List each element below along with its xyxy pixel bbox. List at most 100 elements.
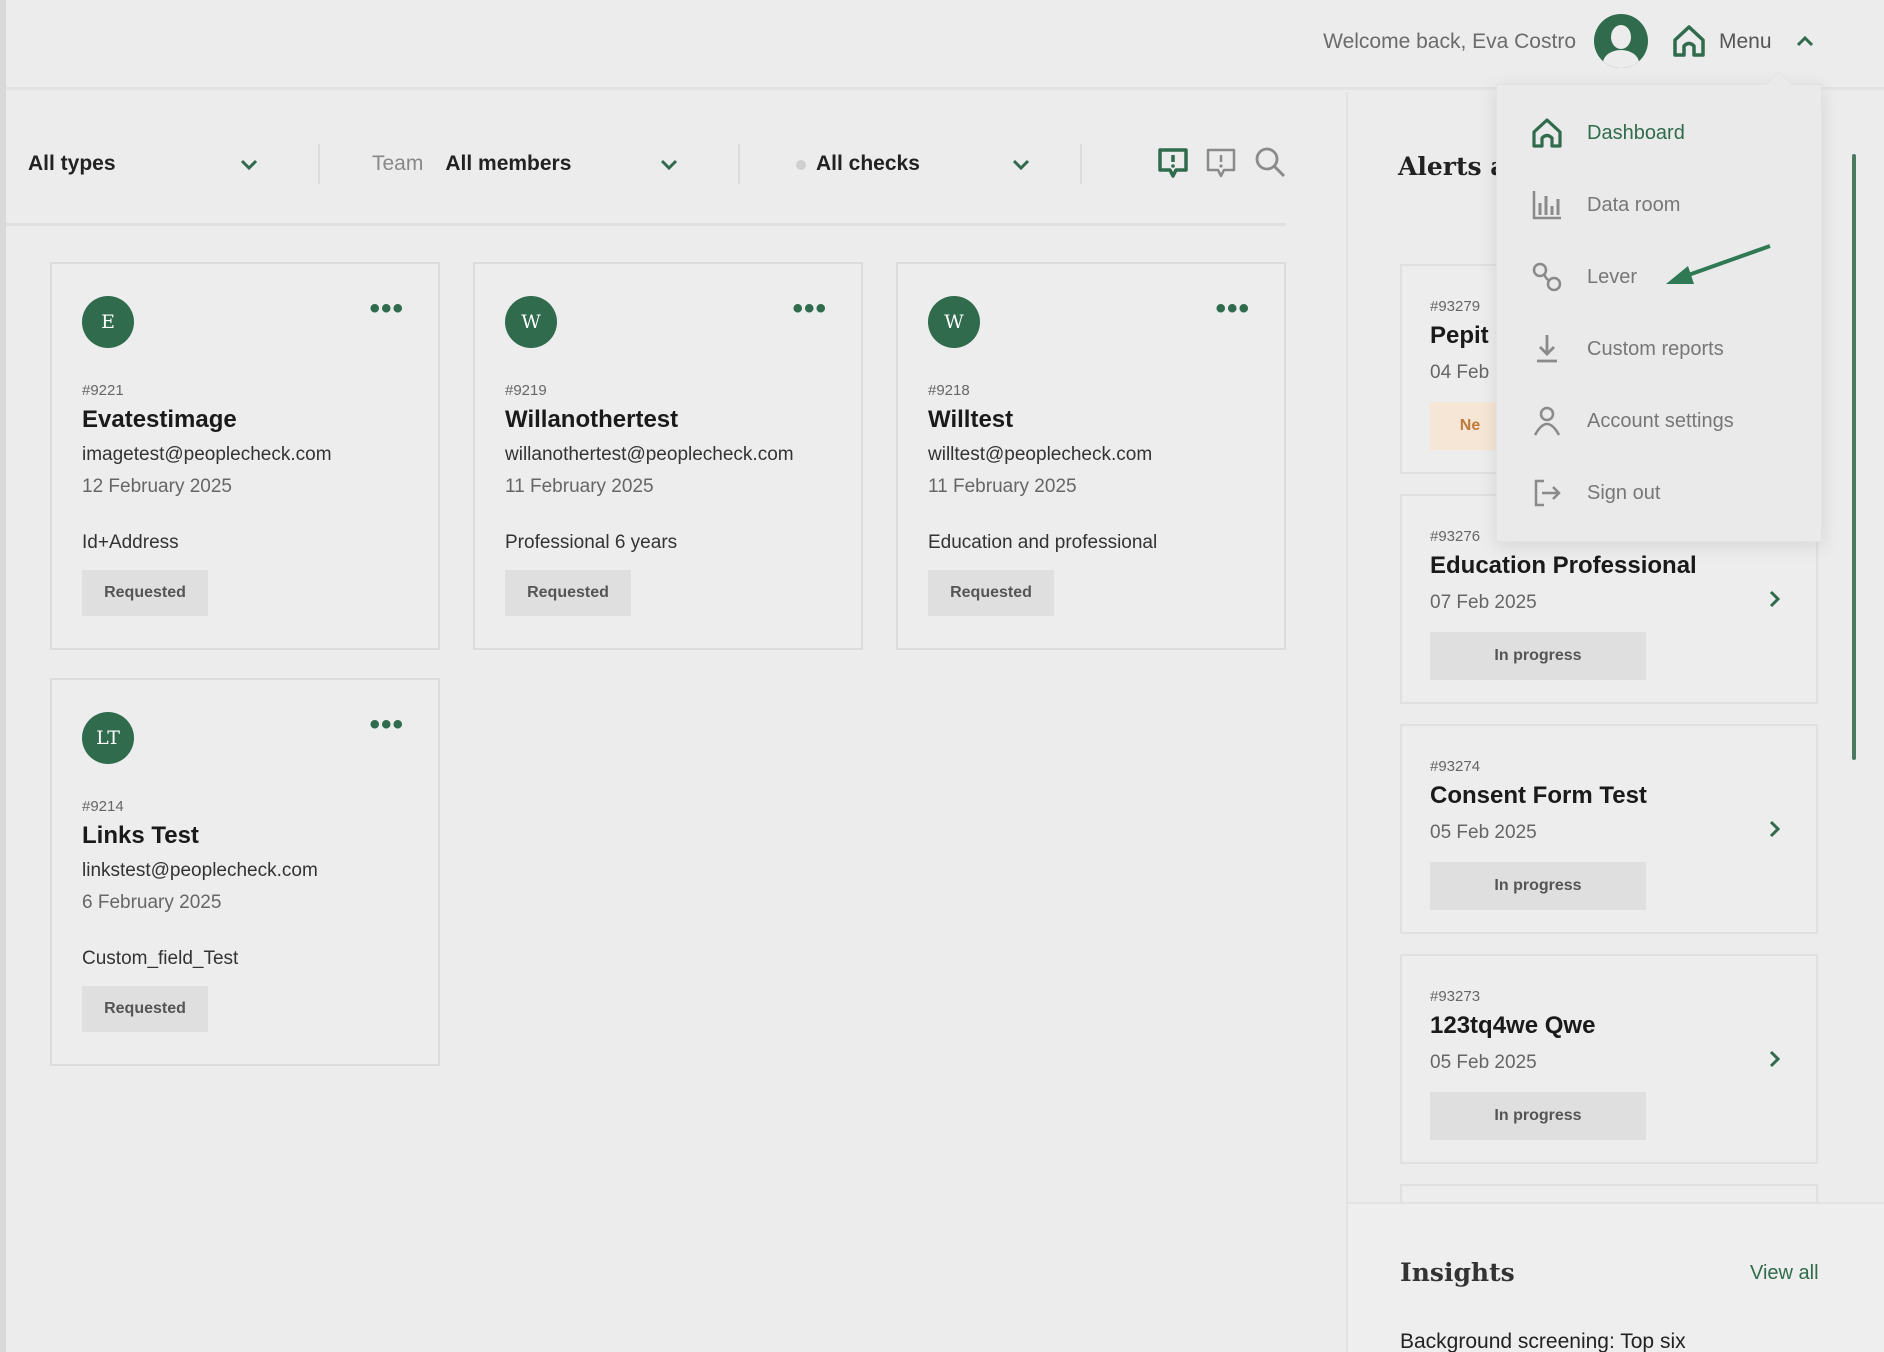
menu-item-label: Account settings [1587,409,1734,432]
status-badge: Requested [82,570,208,616]
team-filter-label: Team [372,152,424,175]
menu-item-lever[interactable]: Lever [1527,257,1637,297]
checks-filter-value: All checks [816,152,920,175]
panel-divider [1346,92,1348,1352]
link-icon [1527,257,1567,297]
menu-item-label: Data room [1587,193,1681,216]
alert-date: 05 Feb 2025 [1430,822,1537,843]
candidate-email: willtest@peoplecheck.com [928,444,1153,465]
divider [318,144,320,184]
checks-filter[interactable]: All checks [796,152,920,176]
alerts-scrollbar[interactable] [1852,154,1856,760]
candidate-date: 6 February 2025 [82,892,222,913]
team-filter[interactable]: Team All members [372,152,571,176]
home-icon[interactable] [1670,22,1708,65]
comment-filter-icon[interactable] [1202,144,1240,182]
menu-item-data-room[interactable]: Data room [1527,185,1680,225]
status-dot-icon [796,160,806,170]
user-avatar[interactable] [1594,14,1648,68]
sign-out-icon [1527,473,1567,513]
alert-name: 123tq4we Qwe [1430,1012,1596,1039]
candidate-avatar: E [82,296,134,348]
alert-card[interactable]: #93273 123tq4we Qwe 05 Feb 2025 In progr… [1400,954,1818,1164]
menu-button[interactable]: Menu [1719,30,1772,54]
menu-item-label: Lever [1587,265,1638,288]
menu-item-account-settings[interactable]: Account settings [1527,401,1734,441]
candidate-date: 11 February 2025 [505,476,654,497]
divider [1080,144,1082,184]
candidate-number: #9214 [82,798,124,815]
candidate-avatar: W [928,296,980,348]
alert-name: Pepit [1430,322,1489,349]
status-badge: In progress [1430,1092,1646,1140]
status-badge: In progress [1430,862,1646,910]
candidate-card[interactable]: W ••• #9218 Willtest willtest@peoplechec… [896,262,1286,650]
status-badge: Requested [505,570,631,616]
alert-number: #93279 [1430,298,1481,315]
more-options-icon[interactable]: ••• [369,710,404,740]
candidate-date: 12 February 2025 [82,476,232,497]
alert-number: #93274 [1430,758,1481,775]
status-badge: In progress [1430,632,1646,680]
divider [738,144,740,184]
alert-number: #93276 [1430,528,1481,545]
candidate-email: linkstest@peoplecheck.com [82,860,318,881]
type-filter[interactable]: All types [28,152,116,176]
view-all-link[interactable]: View all [1750,1262,1819,1285]
candidate-card[interactable]: E ••• #9221 Evatestimage imagetest@peopl… [50,262,440,650]
candidate-card[interactable]: LT ••• #9214 Links Test linkstest@people… [50,678,440,1066]
search-icon[interactable] [1252,144,1290,182]
alerts-title: Alerts a [1398,152,1507,181]
more-options-icon[interactable]: ••• [369,294,404,324]
chevron-down-icon[interactable] [1010,154,1032,176]
annotation-arrow-icon [1666,244,1771,284]
candidate-name: Willanothertest [505,406,679,433]
alert-card[interactable]: #93274 Consent Form Test 05 Feb 2025 In … [1400,724,1818,934]
more-options-icon[interactable]: ••• [1215,294,1250,324]
menu-item-dashboard[interactable]: Dashboard [1527,113,1685,153]
chevron-right-icon[interactable] [1764,588,1786,610]
candidate-name: Evatestimage [82,406,237,433]
chevron-down-icon[interactable] [658,154,680,176]
type-filter-value: All types [28,152,116,175]
candidate-name: Links Test [82,822,199,849]
candidate-email: imagetest@peoplecheck.com [82,444,332,465]
alert-number: #93273 [1430,988,1481,1005]
candidate-date: 11 February 2025 [928,476,1077,497]
chevron-up-icon[interactable] [1794,30,1816,57]
chevron-right-icon[interactable] [1764,1048,1786,1070]
insight-item[interactable]: Background screening: Top six [1400,1330,1686,1352]
candidate-avatar: W [505,296,557,348]
candidate-number: #9218 [928,382,970,399]
menu-item-label: Sign out [1587,481,1661,504]
chevron-down-icon[interactable] [238,154,260,176]
user-icon [1527,401,1567,441]
candidate-number: #9219 [505,382,547,399]
welcome-text: Welcome back, Eva Costro [1323,30,1576,53]
insights-title: Insights [1400,1258,1515,1287]
team-filter-value: All members [445,152,572,175]
alert-date: 05 Feb 2025 [1430,1052,1537,1073]
home-icon [1527,113,1567,153]
candidate-email: willanothertest@peoplecheck.com [505,444,794,465]
check-type: Professional 6 years [505,532,678,553]
menu-dropdown: Dashboard Data room Lever Custom reports… [1496,70,1822,542]
candidate-name: Willtest [928,406,1014,433]
alert-filter-icon[interactable] [1154,144,1192,182]
candidate-card[interactable]: W ••• #9219 Willanothertest willanothert… [473,262,863,650]
menu-item-sign-out[interactable]: Sign out [1527,473,1660,513]
chart-icon [1527,185,1567,225]
check-type: Custom_field_Test [82,948,239,969]
check-type: Education and professional [928,532,1158,553]
chevron-right-icon[interactable] [1764,818,1786,840]
alert-date: 07 Feb 2025 [1430,592,1537,613]
check-type: Id+Address [82,532,179,553]
candidate-number: #9221 [82,382,124,399]
more-options-icon[interactable]: ••• [792,294,827,324]
menu-item-custom-reports[interactable]: Custom reports [1527,329,1724,369]
status-badge: Requested [928,570,1054,616]
alert-name: Education Professional [1430,552,1697,579]
alert-name: Consent Form Test [1430,782,1647,809]
menu-item-label: Dashboard [1587,121,1685,144]
download-icon [1527,329,1567,369]
